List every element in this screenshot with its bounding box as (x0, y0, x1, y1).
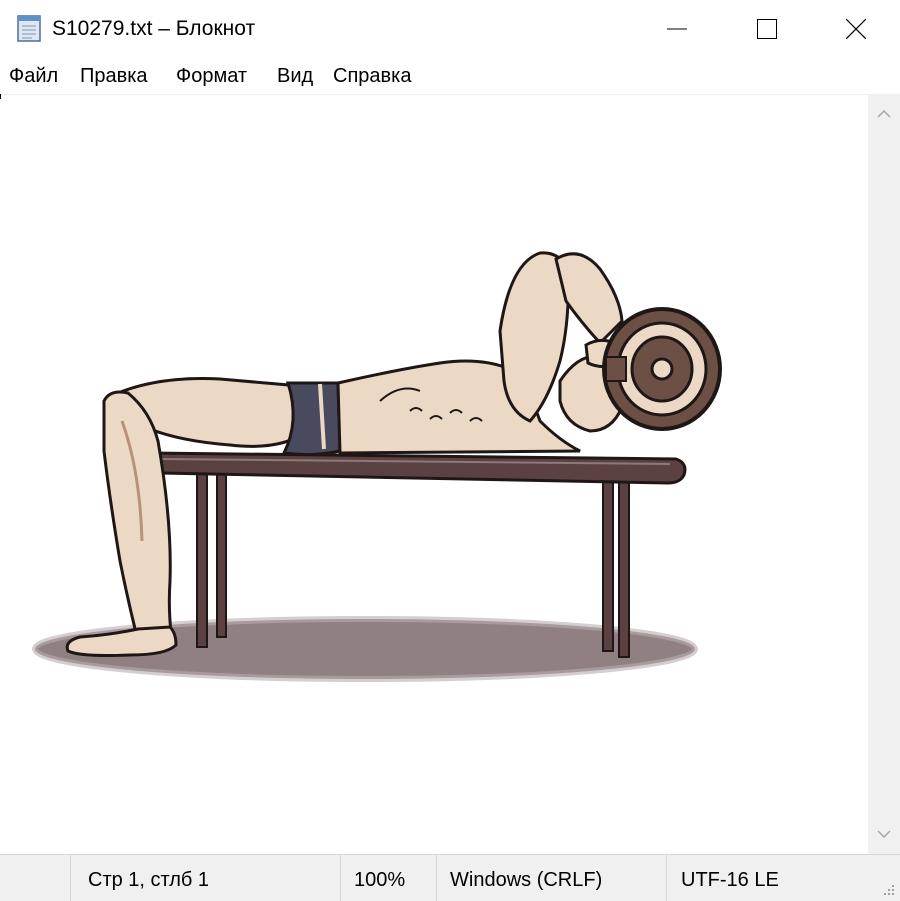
maximize-icon (757, 19, 777, 39)
title-bar: S10279.txt – Блокнот (0, 0, 900, 58)
menu-bar: Файл Правка Формат Вид Справка (0, 58, 900, 94)
chevron-up-icon (877, 109, 891, 118)
cursor-position: Стр 1, стлб 1 (88, 869, 210, 891)
zoom-level: 100% (354, 869, 406, 891)
menu-format[interactable]: Формат (176, 65, 247, 88)
status-bar: Стр 1, стлб 1 100% Windows (CRLF) UTF-16… (0, 854, 900, 901)
notepad-icon (17, 15, 41, 42)
maximize-button[interactable] (722, 0, 812, 58)
bench-press-illustration (32, 251, 722, 682)
menu-view[interactable]: Вид (277, 65, 313, 88)
scroll-down-button[interactable] (868, 814, 900, 854)
text-editor-area[interactable] (0, 94, 868, 855)
status-divider (70, 855, 71, 901)
resize-grip-icon[interactable] (882, 883, 896, 897)
status-divider (340, 855, 341, 901)
scroll-up-button[interactable] (868, 94, 900, 134)
encoding: UTF-16 LE (681, 869, 779, 891)
minimize-button[interactable] (632, 0, 722, 58)
text-caret (0, 94, 1, 99)
chevron-down-icon (877, 830, 891, 839)
menu-help[interactable]: Справка (333, 65, 411, 88)
menu-file[interactable]: Файл (9, 65, 58, 88)
menu-edit[interactable]: Правка (80, 65, 148, 88)
minimize-icon (667, 28, 687, 30)
status-divider (436, 855, 437, 901)
line-ending: Windows (CRLF) (450, 869, 603, 891)
vertical-scrollbar[interactable] (868, 94, 900, 854)
window-title: S10279.txt – Блокнот (52, 17, 256, 40)
close-icon (846, 19, 866, 39)
close-button[interactable] (812, 0, 900, 58)
status-divider (666, 855, 667, 901)
